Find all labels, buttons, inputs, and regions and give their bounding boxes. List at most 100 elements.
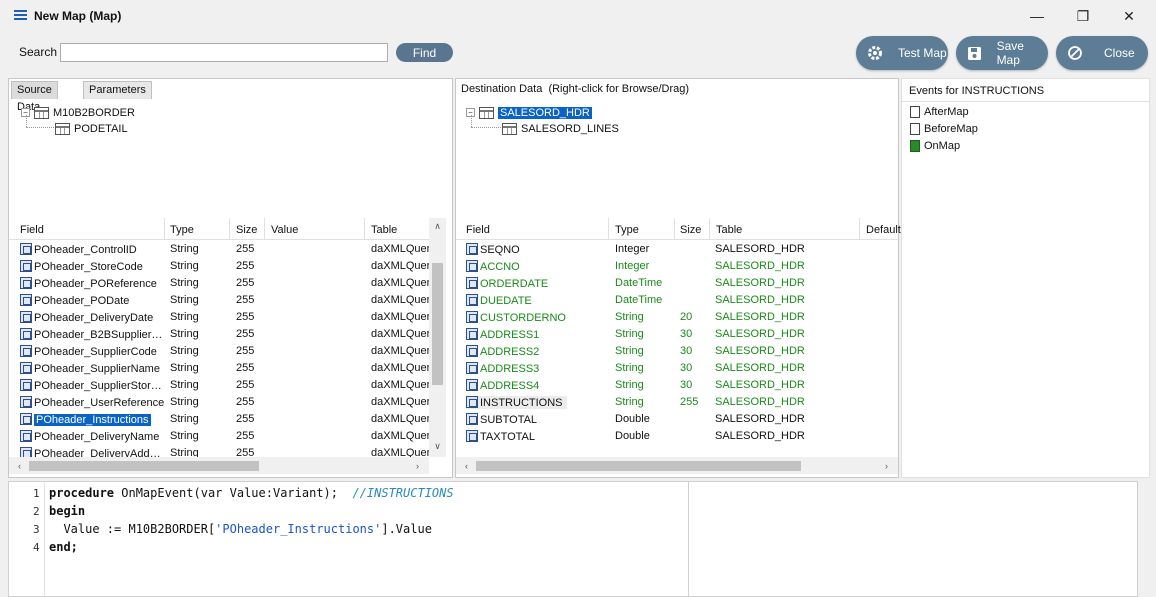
type-cell: Double [615, 430, 650, 442]
scroll-right-icon[interactable]: › [878, 457, 895, 474]
table-row[interactable]: SUBTOTAL Double SALESORD_HDR [456, 411, 898, 428]
type-cell: Integer [615, 260, 650, 272]
size-cell: 255 [236, 294, 255, 306]
source-hscroll[interactable]: ‹ › [9, 457, 429, 474]
scroll-thumb[interactable] [476, 461, 801, 471]
event-before-map[interactable]: BeforeMap [910, 123, 978, 135]
save-map-button[interactable]: Save Map [956, 36, 1048, 70]
destination-pane: Destination Data (Right-click for Browse… [455, 78, 901, 478]
source-vscroll[interactable]: ∧ ∨ [429, 218, 446, 457]
tab-source-data[interactable]: Source Data [11, 81, 58, 113]
table-row[interactable]: ADDRESS4 String 30 SALESORD_HDR [456, 377, 898, 394]
field-cell: POheader_DeliveryName [20, 430, 170, 443]
col-field[interactable]: Field [466, 224, 490, 236]
minimize-button[interactable]: — [1014, 0, 1060, 32]
col-type[interactable]: Type [170, 224, 194, 236]
type-cell: String [170, 294, 199, 306]
table-row[interactable]: CUSTORDERNO String 20 SALESORD_HDR [456, 309, 898, 326]
close-button[interactable]: Close [1056, 36, 1148, 70]
table-row[interactable]: POheader_Instructions String 255 daXMLQuery [9, 411, 429, 428]
table-row[interactable]: SEQNO Integer SALESORD_HDR [456, 241, 898, 258]
scroll-left-icon[interactable]: ‹ [458, 457, 475, 474]
field-icon [20, 243, 32, 255]
col-table[interactable]: Table [371, 224, 397, 236]
event-on-map[interactable]: OnMap [910, 140, 960, 152]
tab-parameters[interactable]: Parameters [83, 81, 152, 99]
col-default[interactable]: Default [866, 224, 901, 236]
source-tree-child[interactable]: PODETAIL [55, 121, 128, 136]
table-row[interactable]: ACCNO Integer SALESORD_HDR [456, 258, 898, 275]
col-type[interactable]: Type [615, 224, 639, 236]
table-row[interactable]: ADDRESS1 String 30 SALESORD_HDR [456, 326, 898, 343]
search-input[interactable] [60, 43, 388, 62]
destination-hscroll[interactable]: ‹ › [456, 457, 898, 474]
destination-tree-root[interactable]: − SALESORD_HDR [466, 105, 592, 120]
size-cell: 255 [236, 447, 255, 457]
table-row[interactable]: POheader_StoreCode String 255 daXMLQuery [9, 258, 429, 275]
scroll-thumb[interactable] [432, 263, 443, 385]
source-root-label: M10B2BORDER [53, 106, 135, 119]
tree-connector [471, 115, 472, 127]
code-editor[interactable]: 1 2 3 4 procedure OnMapEvent(var Value:V… [8, 481, 1138, 597]
col-size[interactable]: Size [680, 224, 701, 236]
table-row[interactable]: TAXTOTAL Double SALESORD_HDR [456, 428, 898, 445]
table-cell: daXMLQuery [371, 294, 429, 306]
col-field[interactable]: Field [20, 224, 44, 236]
scroll-right-icon[interactable]: › [409, 457, 426, 474]
col-value[interactable]: Value [271, 224, 298, 236]
table-row[interactable]: POheader_ControlID String 255 daXMLQuery [9, 241, 429, 258]
table-row[interactable]: ADDRESS2 String 30 SALESORD_HDR [456, 343, 898, 360]
table-row[interactable]: INSTRUCTIONS String 255 SALESORD_HDR [456, 394, 898, 411]
table-cell: SALESORD_HDR [715, 345, 805, 357]
type-cell: String [615, 328, 644, 340]
size-cell: 255 [236, 413, 255, 425]
table-row[interactable]: POheader_UserReference String 255 daXMLQuer… [9, 394, 429, 411]
event-after-map[interactable]: AfterMap [910, 106, 969, 118]
field-icon [466, 311, 478, 323]
type-cell: DateTime [615, 277, 663, 289]
scroll-thumb[interactable] [29, 461, 259, 471]
table-cell: SALESORD_HDR [715, 430, 805, 442]
test-map-button[interactable]: Test Map [856, 36, 948, 70]
find-button[interactable]: Find [396, 43, 453, 62]
table-row[interactable]: POheader_SupplierName String 255 daXMLQuery [9, 360, 429, 377]
field-cell: ADDRESS2 [466, 345, 606, 358]
table-row[interactable]: POheader_SupplierCode String 255 daXMLQuery [9, 343, 429, 360]
source-tree-root[interactable]: − M10B2BORDER [21, 105, 135, 120]
save-map-label: Save Map [996, 39, 1024, 67]
code-comment: //INSTRUCTIONS [352, 486, 454, 500]
scroll-down-icon[interactable]: ∨ [429, 438, 446, 455]
table-row[interactable]: DUEDATE DateTime SALESORD_HDR [456, 292, 898, 309]
table-row[interactable]: ADDRESS3 String 30 SALESORD_HDR [456, 360, 898, 377]
scroll-up-icon[interactable]: ∧ [429, 218, 446, 235]
table-row[interactable]: POheader_DeliveryName String 255 daXMLQuery [9, 428, 429, 445]
col-size[interactable]: Size [236, 224, 257, 236]
scroll-left-icon[interactable]: ‹ [11, 457, 28, 474]
close-window-button[interactable]: ✕ [1106, 0, 1152, 32]
code-line-4[interactable]: end; [49, 540, 78, 554]
table-row[interactable]: POheader_POReference String 255 daXMLQuery [9, 275, 429, 292]
table-row[interactable]: POheader_B2BSupplier… String 255 daXMLQuery [9, 326, 429, 343]
col-table[interactable]: Table [716, 224, 742, 236]
table-cell: SALESORD_HDR [715, 413, 805, 425]
code-line-3[interactable]: Value := M10B2BORDER['POheader_Instructi… [49, 522, 431, 536]
table-cell: daXMLQuery [371, 447, 429, 457]
field-icon [466, 413, 478, 425]
table-row[interactable]: ORDERDATE DateTime SALESORD_HDR [456, 275, 898, 292]
restore-button[interactable]: ❐ [1060, 0, 1106, 32]
table-row[interactable]: POheader_PODate String 255 daXMLQuery [9, 292, 429, 309]
code-line-2[interactable]: begin [49, 504, 85, 518]
table-row[interactable]: POheader_SupplierStor… String 255 daXMLQuer… [9, 377, 429, 394]
code-text: Value := M10B2BORDER[ [49, 522, 216, 536]
field-name: ADDRESS3 [480, 363, 540, 375]
table-row[interactable]: POheader_DeliveryAdd… String 255 daXMLQuery [9, 445, 429, 457]
field-name: POheader_PODate [34, 295, 130, 307]
menu-icon[interactable] [14, 10, 27, 21]
search-label: Search [19, 45, 58, 59]
table-cell: SALESORD_HDR [715, 379, 805, 391]
type-cell: String [170, 413, 199, 425]
table-row[interactable]: POheader_DeliveryDate String 255 daXMLQuery [9, 309, 429, 326]
destination-tree-child[interactable]: SALESORD_LINES [502, 121, 619, 136]
field-icon [20, 430, 32, 442]
code-line-1[interactable]: procedure OnMapEvent(var Value:Variant);… [49, 486, 454, 500]
